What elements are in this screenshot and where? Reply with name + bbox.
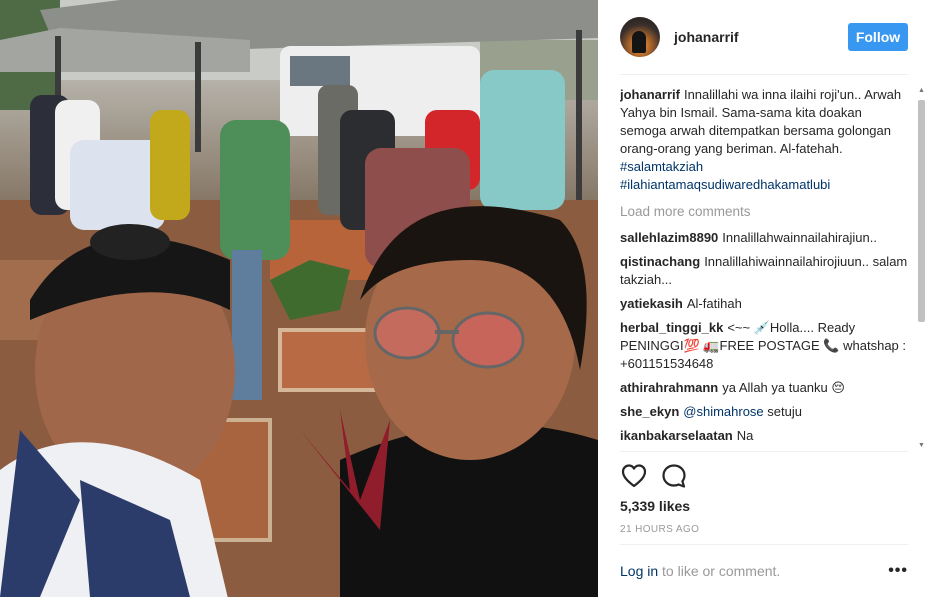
login-link[interactable]: Log in [620, 563, 658, 579]
comments-list[interactable]: johanarrif Innalillahi wa inna ilaihi roj… [620, 86, 908, 450]
comment-item: qistinachang Innalillahiwainnailahirojiuu… [620, 253, 908, 289]
comment-item: sallehlazim8890 Innalillahwainnailahiraji… [620, 229, 908, 247]
comment-item: herbal_tinggi_kk <~~ 💉Holla.... Ready PEN… [620, 319, 908, 373]
caption: johanarrif Innalillahi wa inna ilaihi roj… [620, 86, 908, 194]
hashtag-link[interactable]: #salamtakziah [620, 158, 908, 176]
comment-item: ikanbakarselaatan Na [620, 427, 908, 445]
post-header: johanarrif Follow [620, 16, 908, 58]
comment-icon[interactable] [660, 462, 688, 490]
more-options-button[interactable]: ••• [888, 562, 908, 580]
comments-scrollbar[interactable]: ▲ ▼ [917, 86, 926, 450]
follow-button[interactable]: Follow [848, 23, 908, 51]
caption-username[interactable]: johanarrif [620, 87, 680, 102]
comment-username[interactable]: qistinachang [620, 254, 700, 269]
header-divider [620, 74, 908, 75]
comment-item: athirahrahmann ya Allah ya tuanku 😔 [620, 379, 908, 397]
post-photo-illustration [0, 0, 598, 597]
comment-username[interactable]: sallehlazim8890 [620, 230, 718, 245]
scroll-thumb[interactable] [918, 100, 925, 322]
login-prompt: Log in to like or comment. [620, 563, 780, 579]
heart-icon[interactable] [620, 462, 648, 490]
post-photo[interactable] [0, 0, 598, 597]
comment-text: Innalillahwainnailahirajiun.. [722, 230, 877, 245]
comment-mention[interactable]: @shimahrose [683, 404, 763, 419]
login-prompt-text: to like or comment. [662, 563, 781, 579]
avatar[interactable] [620, 17, 660, 57]
comment-text: ya Allah ya tuanku 😔 [722, 380, 845, 395]
hashtag-link[interactable]: #ilahiantamaqsudiwaredhakamatlubi [620, 176, 908, 194]
comment-username[interactable]: athirahrahmann [620, 380, 718, 395]
header-username[interactable]: johanarrif [674, 29, 739, 45]
post-sidebar: johanarrif Follow johanarrif Innalillahi … [598, 0, 930, 597]
load-more-comments-button[interactable]: Load more comments [620, 203, 908, 221]
comment-item: yatiekasih Al-fatihah [620, 295, 908, 313]
comment-text: Al-fatihah [686, 296, 742, 311]
post-timestamp[interactable]: 21 HOURS AGO [620, 524, 699, 535]
action-bar [620, 462, 908, 490]
comment-username[interactable]: herbal_tinggi_kk [620, 320, 723, 335]
scroll-down-arrow-icon[interactable]: ▼ [917, 441, 926, 450]
comment-username[interactable]: ikanbakarselaatan [620, 428, 733, 443]
comment-username[interactable]: she_ekyn [620, 404, 679, 419]
like-count[interactable]: 5,339 likes [620, 498, 690, 514]
footer-divider [620, 544, 908, 545]
comment-text: Na [736, 428, 754, 443]
comment-username[interactable]: yatiekasih [620, 296, 683, 311]
comments-divider [620, 451, 908, 452]
comment-text: setuju [767, 404, 802, 419]
scroll-up-arrow-icon[interactable]: ▲ [917, 86, 926, 95]
comment-item: she_ekyn @shimahrose setuju [620, 403, 908, 421]
